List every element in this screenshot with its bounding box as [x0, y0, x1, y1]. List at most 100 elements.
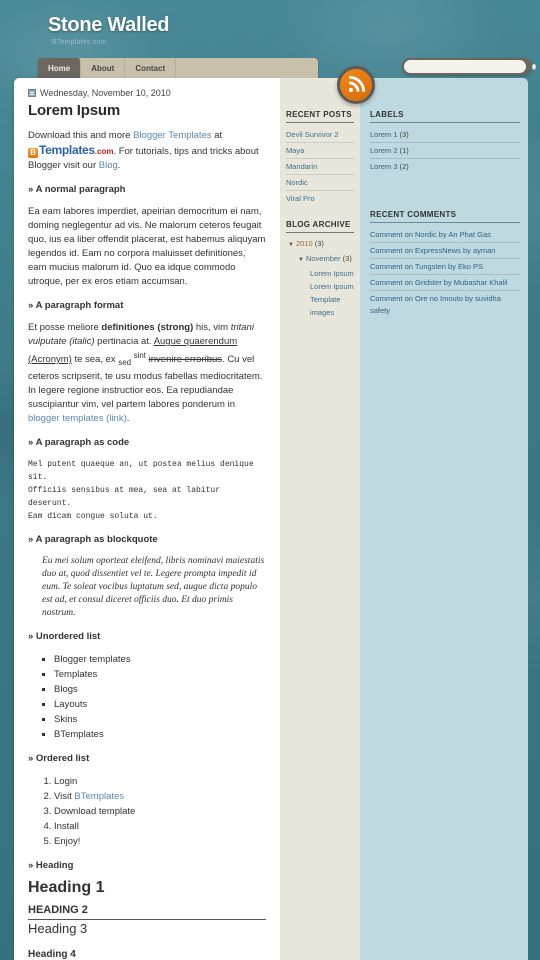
sidebar-right: LABELS Lorem 1 (3) Lorem 2 (1) Lorem 3 (… — [360, 78, 528, 960]
archive-post-row: Lorem Ipsum — [286, 267, 354, 280]
label-link[interactable]: Lorem 1 — [370, 130, 398, 139]
label-count: (1) — [399, 145, 409, 155]
archive-post-row: Template images — [286, 293, 354, 319]
format-strikethrough: invenire erroribus — [148, 354, 223, 366]
label-link[interactable]: Lorem 2 — [370, 146, 398, 155]
section-paragraph-format: » A paragraph format — [28, 300, 124, 311]
widget-blog-archive: BLOG ARCHIVE ▼ 2010 (3) ▼ November (3) Lor… — [286, 220, 354, 319]
normal-paragraph-text: Ea eam labores imperdiet, apeirian democ… — [28, 206, 266, 287]
recent-post-link[interactable]: Mandarin — [286, 162, 317, 171]
comment-link[interactable]: Comment on Nordic by An Phat Gas — [370, 230, 491, 239]
recent-comments-list: Comment on Nordic by An Phat Gas Comment… — [370, 227, 520, 318]
blockquote: Eu mei solum oporteat eleifend, libris n… — [42, 556, 265, 619]
recent-post-link[interactable]: Nordic — [286, 178, 308, 187]
format-subscript: sed — [118, 358, 132, 368]
search-box — [402, 58, 536, 75]
archive-post-link[interactable]: Lorem Ipsum — [310, 269, 354, 278]
post-body: Download this and more Blogger Templates… — [28, 129, 266, 960]
calendar-icon — [28, 89, 36, 97]
list-item: Comment on Nordic by An Phat Gas — [370, 227, 520, 243]
labels-list: Lorem 1 (3) Lorem 2 (1) Lorem 3 (2) — [370, 127, 520, 174]
btemplates-logo[interactable]: B Templates .com — [28, 143, 113, 159]
nav-item-home[interactable]: Home — [38, 58, 82, 78]
site-header: Stone Walled BTemplates.com — [0, 0, 540, 56]
format-text-a: Et posse meliore — [28, 322, 102, 333]
format-text-b: his, vim — [193, 322, 231, 333]
recent-post-link[interactable]: Maya — [286, 146, 304, 155]
nav-item-contact[interactable]: Contact — [125, 58, 177, 78]
widget-recent-posts: RECENT POSTS Devil Survivor 2 Maya Manda… — [286, 110, 354, 206]
widget-labels: LABELS Lorem 1 (3) Lorem 2 (1) Lorem 3 (… — [370, 110, 520, 174]
archive-year-link[interactable]: 2010 — [296, 239, 313, 248]
blogger-templates-link[interactable]: Blogger Templates — [133, 130, 212, 141]
widget-recent-comments: RECENT COMMENTS Comment on Nordic by An … — [370, 210, 520, 318]
list-item: Blogs — [54, 682, 266, 697]
demo-heading-4: Heading 4 — [28, 949, 76, 960]
blog-archive-tree: ▼ 2010 (3) ▼ November (3) Lorem Ipsum Lore… — [286, 237, 354, 319]
archive-post-row: Lorem Ipsum — [286, 280, 354, 293]
archive-expand-year-icon[interactable]: ▼ — [288, 242, 294, 248]
sidebar-middle: RECENT POSTS Devil Survivor 2 Maya Manda… — [280, 78, 360, 960]
list-item: BTemplates — [54, 727, 266, 742]
comment-link[interactable]: Comment on Tungsten by Eko PS — [370, 262, 483, 271]
label-count: (3) — [399, 129, 409, 139]
list-item: Nordic — [286, 175, 354, 191]
code-block: Mel putent quaeque an, ut postea melius … — [28, 460, 254, 522]
list-item: Blogger templates — [54, 652, 266, 667]
archive-post-link[interactable]: Template images — [310, 295, 340, 317]
list-item-text: Visit — [54, 791, 75, 803]
list-item: Layouts — [54, 697, 266, 712]
label-link[interactable]: Lorem 3 — [370, 162, 398, 171]
list-item: Maya — [286, 143, 354, 159]
archive-month-row: ▼ November (3) — [286, 252, 354, 267]
recent-post-link[interactable]: Devil Survivor 2 — [286, 130, 339, 139]
comment-link[interactable]: Comment on Ore no Imouto by suvidha safe… — [370, 294, 501, 315]
format-text-h: . — [126, 413, 130, 425]
recent-posts-list: Devil Survivor 2 Maya Mandarin Nordic Vi… — [286, 127, 354, 206]
content-shell: Wednesday, November 10, 2010 Lorem Ipsum… — [14, 78, 528, 960]
main-navigation: Home About Contact — [38, 58, 318, 78]
list-item: Templates — [54, 667, 266, 682]
rss-icon — [348, 75, 366, 93]
list-item: Visit BTemplates — [54, 789, 266, 804]
list-item: Comment on Ore no Imouto by suvidha safe… — [370, 291, 520, 318]
archive-post-link[interactable]: Lorem Ipsum — [310, 282, 354, 291]
btemplates-b-icon: B — [28, 148, 38, 158]
site-description: BTemplates.com — [52, 39, 107, 46]
post-date-row: Wednesday, November 10, 2010 — [28, 88, 266, 98]
btemplates-list-link[interactable]: BTemplates — [74, 791, 124, 802]
list-item: Enjoy! — [54, 834, 266, 849]
archive-month-link[interactable]: November — [306, 254, 341, 263]
list-item: Lorem 3 (2) — [370, 159, 520, 174]
format-strong: definitiones (strong) — [101, 322, 194, 333]
intro-text-4: . — [117, 160, 121, 171]
ordered-list: Login Visit BTemplates Download template… — [28, 774, 266, 849]
post-intro-paragraph: Download this and more Blogger Templates… — [28, 129, 266, 173]
archive-expand-month-icon[interactable]: ▼ — [298, 257, 304, 263]
blog-link[interactable]: Blog — [99, 160, 118, 171]
btemplates-word: Templates — [39, 143, 95, 157]
label-count: (2) — [399, 161, 409, 171]
intro-text-2: at — [211, 130, 223, 141]
rss-feed-button[interactable] — [337, 66, 375, 104]
nav-item-about[interactable]: About — [81, 58, 126, 78]
format-superscript: sint — [133, 351, 146, 360]
site-title: Stone Walled — [48, 14, 170, 36]
recent-post-link[interactable]: Viral Pro — [286, 194, 315, 203]
post-title: Lorem Ipsum — [28, 102, 120, 119]
widget-title-recent-comments: RECENT COMMENTS — [370, 210, 520, 223]
list-item: Mandarin — [286, 159, 354, 175]
search-button[interactable] — [526, 60, 540, 74]
comment-link[interactable]: Comment on Gridster by Mubashar Khalil — [370, 278, 508, 287]
list-item: Comment on Gridster by Mubashar Khalil — [370, 275, 520, 291]
format-text-c: pertinacia at. — [94, 336, 154, 347]
list-item: Comment on Tungsten by Eko PS — [370, 259, 520, 275]
blogger-templates-inline-link[interactable]: blogger templates (link) — [28, 413, 127, 424]
search-input[interactable] — [404, 60, 526, 73]
comment-link[interactable]: Comment on ExpressNews by ayman — [370, 246, 495, 255]
page-root: Stone Walled BTemplates.com Home About C… — [0, 0, 540, 960]
list-item: Devil Survivor 2 — [286, 127, 354, 143]
demo-heading-2: HEADING 2 — [28, 903, 266, 921]
list-item: Install — [54, 819, 266, 834]
demo-heading-1: Heading 1 — [28, 879, 105, 897]
